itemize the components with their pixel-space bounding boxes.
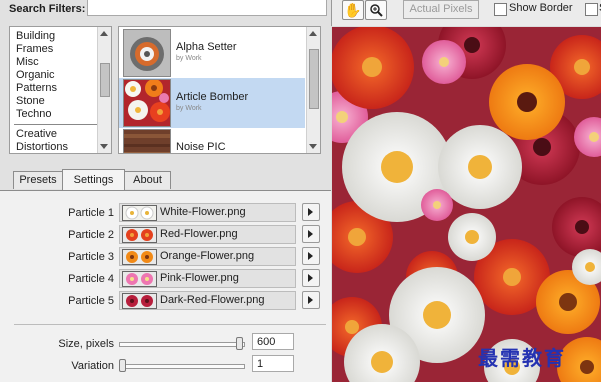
show-border-label: Show Border xyxy=(509,2,573,14)
particle-4-field[interactable]: Pink-Flower.png xyxy=(119,269,296,288)
preset-list[interactable]: Alpha Setter by Work Article Bomber by W… xyxy=(118,26,321,154)
preset-thumbnail xyxy=(123,129,171,153)
category-item[interactable]: Organic xyxy=(16,69,55,82)
dark-red-flower-thumbnail xyxy=(122,293,157,309)
particle-3-browse-button[interactable] xyxy=(302,247,320,265)
particle-4-filename: Pink-Flower.png xyxy=(160,272,239,284)
play-arrow-icon xyxy=(308,230,313,238)
category-item[interactable]: Techno xyxy=(16,108,51,121)
particle-3-field[interactable]: Orange-Flower.png xyxy=(119,247,296,266)
settings-panel: Search Filters: Building Frames Misc Org… xyxy=(0,0,331,382)
orange-flower-thumbnail xyxy=(122,249,157,265)
scroll-down-icon[interactable] xyxy=(100,144,108,149)
size-label: Size, pixels xyxy=(58,338,114,350)
play-arrow-icon xyxy=(308,274,313,282)
variation-slider-track[interactable] xyxy=(119,364,245,369)
preset-item[interactable]: Alpha Setter by Work xyxy=(119,28,305,78)
particle-5-field[interactable]: Dark-Red-Flower.png xyxy=(119,291,296,310)
category-item[interactable]: Building xyxy=(16,30,55,43)
variation-label: Variation xyxy=(71,360,114,372)
particle-1-label: Particle 1 xyxy=(68,207,114,219)
play-arrow-icon xyxy=(308,208,313,216)
preset-name: Alpha Setter xyxy=(176,41,237,53)
search-filters-label: Search Filters: xyxy=(9,3,86,15)
show-border-checkbox[interactable] xyxy=(494,3,507,16)
variation-slider-handle[interactable] xyxy=(119,359,126,372)
category-item[interactable]: Misc xyxy=(16,56,39,69)
preset-author: by Work xyxy=(176,105,202,112)
search-filters-input[interactable] xyxy=(87,0,327,16)
scroll-thumb[interactable] xyxy=(100,63,110,97)
red-flower-thumbnail xyxy=(122,227,157,243)
category-divider xyxy=(14,124,98,125)
scroll-up-icon[interactable] xyxy=(100,31,108,36)
category-item[interactable]: Creative xyxy=(16,128,57,141)
preset-item-selected[interactable]: Article Bomber by Work xyxy=(119,78,305,128)
particle-2-filename: Red-Flower.png xyxy=(160,228,238,240)
category-item[interactable]: Frames xyxy=(16,43,53,56)
size-slider-handle[interactable] xyxy=(236,337,243,350)
preset-thumbnail xyxy=(123,79,171,127)
preset-scrollbar[interactable] xyxy=(306,27,320,153)
size-input[interactable]: 600 xyxy=(252,333,294,350)
particle-1-field[interactable]: White-Flower.png xyxy=(119,203,296,222)
particle-1-filename: White-Flower.png xyxy=(160,206,246,218)
particle-5-filename: Dark-Red-Flower.png xyxy=(160,294,265,306)
preset-name: Noise PIC xyxy=(176,141,226,153)
preset-name: Article Bomber xyxy=(176,91,249,103)
particle-2-field[interactable]: Red-Flower.png xyxy=(119,225,296,244)
tab-about[interactable]: About xyxy=(124,171,171,189)
settings-tab-content: Particle 1 White-Flower.png Particle 2 R… xyxy=(0,190,331,382)
particle-1-browse-button[interactable] xyxy=(302,203,320,221)
hand-tool-button[interactable]: ✋ xyxy=(342,0,364,20)
hand-tool-icon: ✋ xyxy=(344,2,362,18)
variation-input[interactable]: 1 xyxy=(252,355,294,372)
preview-canvas[interactable] xyxy=(332,27,601,382)
category-item[interactable]: Patterns xyxy=(16,82,57,95)
preview-toolbar: ✋ Actual Pixels Show Border S xyxy=(331,0,601,26)
pink-flower-thumbnail xyxy=(122,271,157,287)
category-item[interactable]: Stone xyxy=(16,95,45,108)
play-arrow-icon xyxy=(308,296,313,304)
preset-item[interactable]: Noise PIC xyxy=(119,128,305,153)
watermark-text: 最需教育 xyxy=(478,346,566,370)
zoom-tool-button[interactable] xyxy=(365,0,387,20)
scroll-down-icon[interactable] xyxy=(309,144,317,149)
flower-pattern-image xyxy=(332,27,601,382)
size-slider-track[interactable] xyxy=(119,342,245,347)
category-list[interactable]: Building Frames Misc Organic Patterns St… xyxy=(9,26,112,154)
particle-2-label: Particle 2 xyxy=(68,229,114,241)
particle-2-browse-button[interactable] xyxy=(302,225,320,243)
actual-pixels-button[interactable]: Actual Pixels xyxy=(403,0,479,19)
particle-3-filename: Orange-Flower.png xyxy=(160,250,255,262)
particle-5-label: Particle 5 xyxy=(68,295,114,307)
preset-author: by Work xyxy=(176,55,202,62)
preset-thumbnail xyxy=(123,29,171,77)
particle-4-browse-button[interactable] xyxy=(302,269,320,287)
category-item[interactable]: Distortions xyxy=(16,141,68,153)
particle-3-label: Particle 3 xyxy=(68,251,114,263)
divider xyxy=(14,324,326,325)
category-scrollbar[interactable] xyxy=(97,27,111,153)
scroll-thumb[interactable] xyxy=(309,49,319,109)
scroll-up-icon[interactable] xyxy=(309,31,317,36)
zoom-tool-icon xyxy=(370,4,383,17)
play-arrow-icon xyxy=(308,252,313,260)
particle-4-label: Particle 4 xyxy=(68,273,114,285)
white-flower-thumbnail xyxy=(122,205,157,221)
particle-5-browse-button[interactable] xyxy=(302,291,320,309)
second-checkbox[interactable] xyxy=(585,3,598,16)
tab-settings[interactable]: Settings xyxy=(62,169,125,191)
tab-bar: Presets Settings About xyxy=(0,169,331,191)
tab-presets[interactable]: Presets xyxy=(13,171,63,189)
